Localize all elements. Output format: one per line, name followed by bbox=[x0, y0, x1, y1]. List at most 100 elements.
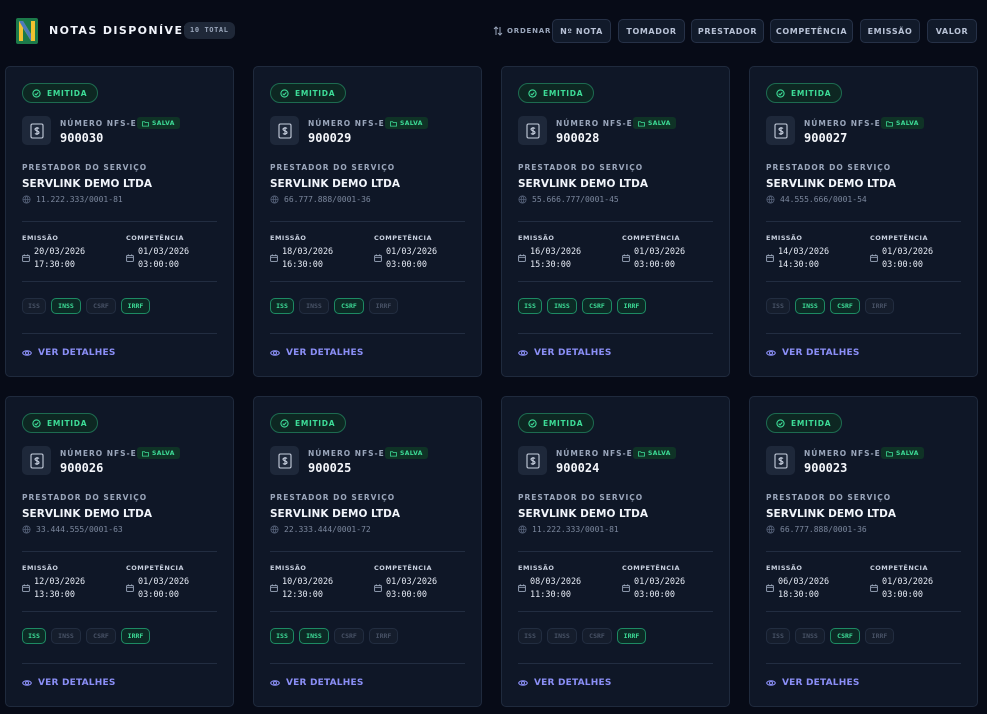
note-card: EMITIDA NÚMERO NFS-E SALVA 900026 PRESTA… bbox=[5, 396, 234, 707]
tax-badges: ISS INSS CSRF IRRF bbox=[518, 628, 646, 644]
issue-datetime: 10/03/2026 12:30:00 bbox=[282, 576, 333, 601]
view-details-text: VER DETALHES bbox=[38, 678, 116, 688]
provider-cnpj: 44.555.666/0001-54 bbox=[766, 195, 867, 204]
view-details-link[interactable]: VER DETALHES bbox=[22, 348, 116, 358]
issue-date: 10/03/2026 bbox=[282, 577, 334, 587]
issue-date: 06/03/2026 bbox=[778, 577, 830, 587]
tax-badges: ISS INSS CSRF IRRF bbox=[270, 628, 398, 644]
competence-time: 03:00:00 bbox=[634, 589, 675, 600]
calendar-icon bbox=[518, 584, 526, 592]
divider bbox=[766, 333, 961, 334]
divider bbox=[766, 551, 961, 552]
globe-icon bbox=[766, 525, 775, 534]
issue-datetime: 18/03/2026 16:30:00 bbox=[282, 246, 333, 271]
tax-badge-irrf: IRRF bbox=[617, 298, 646, 314]
check-circle-icon bbox=[280, 88, 289, 98]
competence-time: 03:00:00 bbox=[882, 589, 923, 600]
sort-button-competencia[interactable]: COMPETÊNCIA bbox=[770, 19, 853, 43]
note-card: EMITIDA NÚMERO NFS-E SALVA 900025 PRESTA… bbox=[253, 396, 482, 707]
cnpj-text: 55.666.777/0001-45 bbox=[532, 195, 619, 204]
view-details-link[interactable]: VER DETALHES bbox=[22, 678, 116, 688]
divider bbox=[766, 663, 961, 664]
number-label: NÚMERO NFS-E bbox=[556, 449, 633, 458]
issue-time: 18:30:00 bbox=[778, 589, 819, 600]
check-circle-icon bbox=[280, 418, 289, 428]
competence-datetime: 01/03/2026 03:00:00 bbox=[882, 576, 933, 601]
status-text: EMITIDA bbox=[47, 88, 88, 98]
divider bbox=[22, 551, 217, 552]
nfse-number: 900028 bbox=[556, 131, 600, 145]
competence-time: 03:00:00 bbox=[634, 259, 675, 270]
provider-name: SERVLINK DEMO LTDA bbox=[518, 508, 648, 520]
competence-time: 03:00:00 bbox=[386, 589, 427, 600]
competence-time: 03:00:00 bbox=[882, 259, 923, 270]
sort-button-tomador[interactable]: TOMADOR bbox=[618, 19, 685, 43]
saved-folder-icon bbox=[390, 450, 397, 457]
check-circle-icon bbox=[776, 418, 785, 428]
calendar-icon bbox=[870, 584, 878, 592]
sort-button-numero[interactable]: Nº NOTA bbox=[552, 19, 611, 43]
saved-badge-text: SALVA bbox=[152, 119, 175, 127]
invoice-document-icon bbox=[22, 446, 51, 475]
sort-button-emissao[interactable]: EMISSÃO bbox=[860, 19, 920, 43]
eye-icon bbox=[270, 350, 280, 356]
calendar-icon bbox=[126, 254, 134, 262]
status-text: EMITIDA bbox=[791, 88, 832, 98]
note-card: EMITIDA NÚMERO NFS-E SALVA 900030 PRESTA… bbox=[5, 66, 234, 377]
globe-icon bbox=[270, 195, 279, 204]
app-logo-icon bbox=[16, 18, 38, 44]
tax-badge-iss: ISS bbox=[766, 298, 790, 314]
tax-badge-irrf: IRRF bbox=[369, 628, 398, 644]
divider bbox=[22, 663, 217, 664]
eye-icon bbox=[22, 350, 32, 356]
view-details-link[interactable]: VER DETALHES bbox=[270, 348, 364, 358]
view-details-link[interactable]: VER DETALHES bbox=[766, 348, 860, 358]
sort-arrows-icon bbox=[493, 26, 503, 36]
status-badge: EMITIDA bbox=[22, 83, 99, 103]
divider bbox=[22, 221, 217, 222]
saved-badge-text: SALVA bbox=[648, 449, 671, 457]
check-circle-icon bbox=[32, 418, 41, 428]
tax-badge-csrf: CSRF bbox=[334, 628, 364, 644]
provider-cnpj: 11.222.333/0001-81 bbox=[22, 195, 123, 204]
issue-date: 16/03/2026 bbox=[530, 247, 582, 257]
sort-button-valor[interactable]: VALOR bbox=[927, 19, 977, 43]
nfse-number: 900026 bbox=[60, 461, 104, 475]
view-details-link[interactable]: VER DETALHES bbox=[518, 678, 612, 688]
check-circle-icon bbox=[776, 88, 785, 98]
provider-name: SERVLINK DEMO LTDA bbox=[270, 178, 400, 190]
view-details-link[interactable]: VER DETALHES bbox=[766, 678, 860, 688]
invoice-document-icon bbox=[270, 116, 299, 145]
nfse-number: 900030 bbox=[60, 131, 104, 145]
invoice-document-icon bbox=[766, 116, 795, 145]
saved-folder-icon bbox=[142, 450, 149, 457]
issue-time: 14:30:00 bbox=[778, 259, 819, 270]
cnpj-text: 22.333.444/0001-72 bbox=[284, 525, 371, 534]
tax-badges: ISS INSS CSRF IRRF bbox=[22, 298, 150, 314]
nfse-number: 900025 bbox=[308, 461, 352, 475]
calendar-icon bbox=[766, 254, 774, 262]
note-card: EMITIDA NÚMERO NFS-E SALVA 900023 PRESTA… bbox=[749, 396, 978, 707]
status-badge: EMITIDA bbox=[22, 413, 99, 433]
provider-label: PRESTADOR DO SERVIÇO bbox=[270, 163, 396, 172]
tax-badges: ISS INSS CSRF IRRF bbox=[766, 298, 894, 314]
sort-button-prestador[interactable]: PRESTADOR bbox=[691, 19, 764, 43]
number-label: NÚMERO NFS-E bbox=[60, 449, 137, 458]
check-circle-icon bbox=[528, 88, 537, 98]
view-details-link[interactable]: VER DETALHES bbox=[270, 678, 364, 688]
calendar-icon bbox=[622, 584, 630, 592]
view-details-text: VER DETALHES bbox=[534, 348, 612, 358]
issue-time: 16:30:00 bbox=[282, 259, 323, 270]
tax-badge-iss: ISS bbox=[22, 298, 46, 314]
view-details-link[interactable]: VER DETALHES bbox=[518, 348, 612, 358]
saved-badge: SALVA bbox=[633, 117, 676, 129]
issue-date: 12/03/2026 bbox=[34, 577, 86, 587]
divider bbox=[270, 551, 465, 552]
issue-date-label: EMISSÃO bbox=[22, 564, 59, 572]
saved-badge-text: SALVA bbox=[400, 119, 423, 127]
divider bbox=[766, 221, 961, 222]
issue-time: 15:30:00 bbox=[530, 259, 571, 270]
saved-folder-icon bbox=[886, 120, 893, 127]
tax-badge-inss: INSS bbox=[795, 298, 825, 314]
calendar-icon bbox=[766, 584, 774, 592]
